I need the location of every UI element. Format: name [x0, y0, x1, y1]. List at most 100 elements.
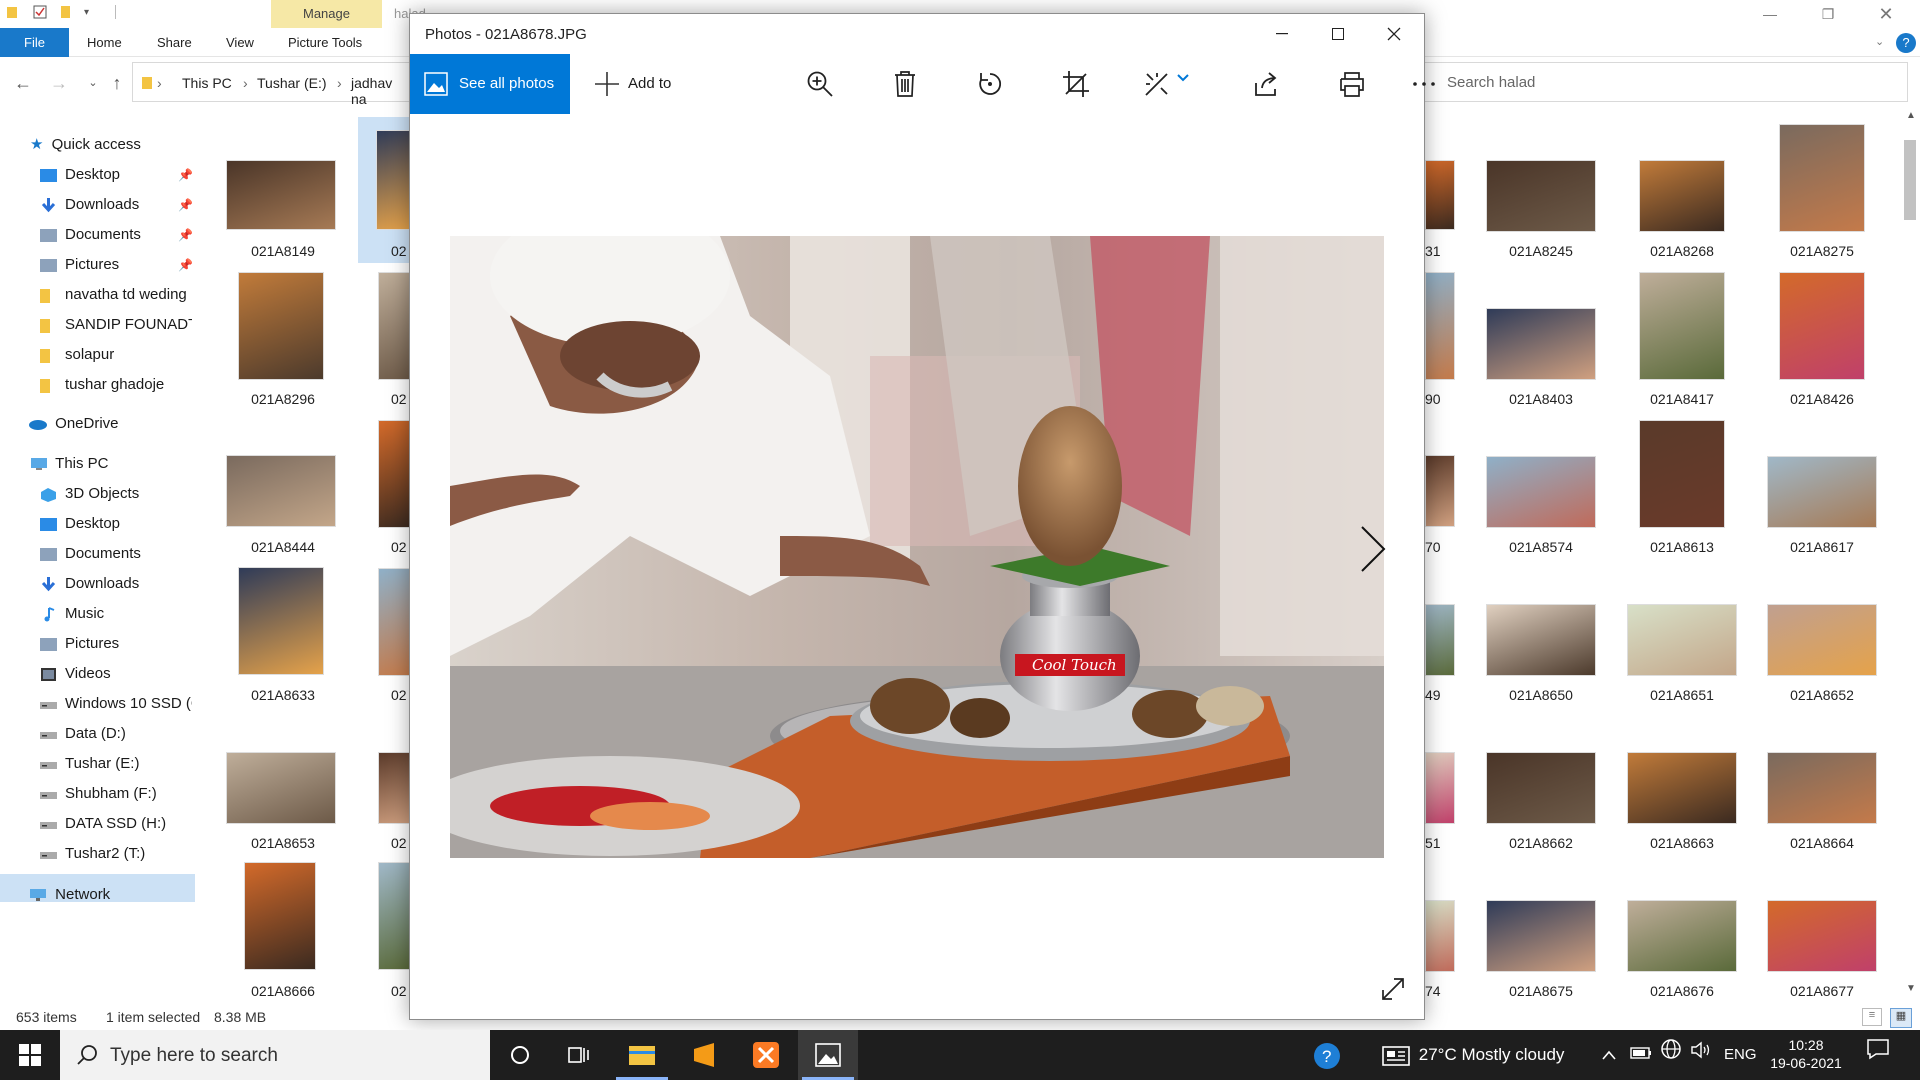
thumbnail-image[interactable]	[238, 272, 324, 380]
breadcrumb-this-pc[interactable]: This PC	[182, 75, 232, 91]
nav-pc-item[interactable]: Music	[40, 601, 192, 627]
thumbnail-label[interactable]: 021A8417	[1617, 391, 1747, 407]
help-tray-button[interactable]: ?	[1312, 1030, 1342, 1080]
breadcrumb-folder[interactable]: jadhav na	[351, 75, 411, 107]
thumbnail-image[interactable]	[226, 752, 336, 824]
nav-quick-item[interactable]: Desktop 📌	[40, 162, 192, 188]
scrollbar-thumb[interactable]	[1904, 140, 1916, 220]
tab-home[interactable]: Home	[87, 28, 122, 57]
qat-dropdown-icon[interactable]: ▾	[84, 7, 89, 18]
xampp-taskbar-button[interactable]	[736, 1030, 796, 1080]
help-icon[interactable]: ?	[1896, 33, 1916, 53]
thumbnail-label[interactable]: 74	[1425, 983, 1453, 999]
nav-pc-item[interactable]: Tushar (E:)	[40, 751, 192, 777]
thumbnail-image[interactable]	[1425, 752, 1455, 824]
weather-widget[interactable]: 27°C Mostly cloudy	[1382, 1030, 1564, 1080]
edit-button[interactable]	[1126, 54, 1206, 114]
thumbnail-image[interactable]	[1486, 160, 1596, 232]
thumbnail-label[interactable]: 90	[1425, 391, 1453, 407]
thumbnail-image[interactable]	[1425, 455, 1455, 527]
nav-quick-item[interactable]: Pictures 📌	[40, 252, 192, 278]
thumbnail-image[interactable]	[238, 567, 324, 675]
thumbnail-image[interactable]	[1486, 308, 1596, 380]
thumbnail-label[interactable]: 021A8444	[218, 539, 348, 555]
thumbnail-image[interactable]	[1486, 900, 1596, 972]
nav-pc-item[interactable]: Shubham (F:)	[40, 781, 192, 807]
thumbnail-label[interactable]: 021A8633	[218, 687, 348, 703]
ribbon-expand-icon[interactable]: ⌄	[1875, 28, 1884, 57]
nav-quick-item[interactable]: Downloads 📌	[40, 192, 192, 218]
breadcrumb-drive[interactable]: Tushar (E:)	[257, 75, 327, 91]
network-tray-button[interactable]	[1660, 1030, 1682, 1080]
more-button[interactable]	[1394, 54, 1454, 114]
explorer-restore-button[interactable]: ❐	[1800, 0, 1856, 28]
file-explorer-taskbar-button[interactable]	[612, 1030, 672, 1080]
thumbnail-image[interactable]	[1639, 420, 1725, 528]
thumbnail-label[interactable]: 02	[391, 391, 411, 407]
thumbnail-image[interactable]	[1767, 752, 1877, 824]
zoom-button[interactable]	[790, 54, 850, 114]
next-photo-button[interactable]	[1352, 519, 1392, 579]
scroll-up-icon[interactable]: ▲	[1906, 110, 1916, 121]
thumbnail-image[interactable]	[1779, 124, 1865, 232]
thumbnail-image[interactable]	[378, 752, 412, 824]
nav-network[interactable]: Network	[28, 882, 188, 908]
crop-button[interactable]	[1046, 54, 1106, 114]
thumbnail-label[interactable]: 021A8650	[1476, 687, 1606, 703]
thumbnail-label[interactable]: 49	[1425, 687, 1453, 703]
share-button[interactable]	[1236, 54, 1296, 114]
thumbnail-label[interactable]: 021A8663	[1617, 835, 1747, 851]
thumbnail-image[interactable]	[1425, 604, 1455, 676]
thumbnail-label[interactable]: 021A8675	[1476, 983, 1606, 999]
pin-icon[interactable]: 📌	[178, 162, 192, 188]
volume-tray-button[interactable]	[1690, 1030, 1712, 1080]
thumbnail-label[interactable]: 021A8651	[1617, 687, 1747, 703]
thumbnail-label[interactable]: 021A8676	[1617, 983, 1747, 999]
language-indicator[interactable]: ENG	[1724, 1030, 1757, 1080]
nav-pc-item[interactable]: Pictures	[40, 631, 192, 657]
thumbnail-image[interactable]	[226, 455, 336, 527]
fullscreen-button[interactable]	[1380, 976, 1410, 1006]
minimize-button[interactable]	[1254, 14, 1310, 54]
pin-icon[interactable]: 📌	[178, 192, 192, 218]
thumbnail-image[interactable]	[1425, 900, 1455, 972]
thumbnail-label[interactable]: 021A8677	[1757, 983, 1887, 999]
properties-icon[interactable]	[32, 4, 48, 20]
thumbnail-label[interactable]: 021A8613	[1617, 539, 1747, 555]
large-icons-view-icon[interactable]: ▦	[1890, 1008, 1912, 1028]
recent-dropdown-icon[interactable]: ⌄	[82, 72, 104, 94]
taskbar-search-input[interactable]: Type here to search	[60, 1030, 490, 1080]
thumbnail-image[interactable]	[1639, 160, 1725, 232]
thumbnail-label[interactable]: 021A8426	[1757, 391, 1887, 407]
thumbnail-label[interactable]: 51	[1425, 835, 1453, 851]
thumbnail-label[interactable]: 70	[1425, 539, 1453, 555]
pin-icon[interactable]: 📌	[178, 252, 192, 278]
nav-pc-item[interactable]: Videos	[40, 661, 192, 687]
thumbnail-image[interactable]	[1425, 272, 1455, 380]
manage-tab[interactable]: Manage	[271, 0, 382, 28]
thumbnail-image[interactable]	[1767, 900, 1877, 972]
tray-overflow-button[interactable]	[1602, 1030, 1616, 1080]
nav-pc-item[interactable]: Tushar2 (T:)	[40, 841, 192, 867]
nav-pc-item[interactable]: Downloads	[40, 571, 192, 597]
tab-file[interactable]: File	[0, 28, 69, 57]
thumbnail-label[interactable]: 021A8149	[218, 243, 348, 259]
nav-quick-access[interactable]: ★ Quick access	[30, 132, 190, 158]
delete-button[interactable]	[875, 54, 935, 114]
thumbnail-label[interactable]: 021A8664	[1757, 835, 1887, 851]
explorer-close-button[interactable]: ✕	[1858, 0, 1914, 28]
explorer-minimize-button[interactable]: —	[1742, 0, 1798, 28]
thumbnail-label[interactable]: 021A8666	[218, 983, 348, 999]
sublime-text-taskbar-button[interactable]	[674, 1030, 734, 1080]
up-arrow-icon[interactable]: ↑	[106, 72, 128, 94]
thumbnail-image[interactable]	[244, 862, 316, 970]
thumbnail-image[interactable]	[1779, 272, 1865, 380]
thumbnail-label[interactable]: 31	[1425, 243, 1453, 259]
thumbnail-image[interactable]	[1425, 160, 1455, 230]
thumbnail-label[interactable]: 021A8652	[1757, 687, 1887, 703]
nav-pc-item[interactable]: 3D Objects	[40, 481, 192, 507]
details-view-icon[interactable]: ≡	[1862, 1008, 1882, 1026]
thumbnail-label[interactable]: 02	[391, 243, 411, 259]
thumbnail-image[interactable]	[1639, 272, 1725, 380]
thumbnail-label[interactable]: 021A8617	[1757, 539, 1887, 555]
